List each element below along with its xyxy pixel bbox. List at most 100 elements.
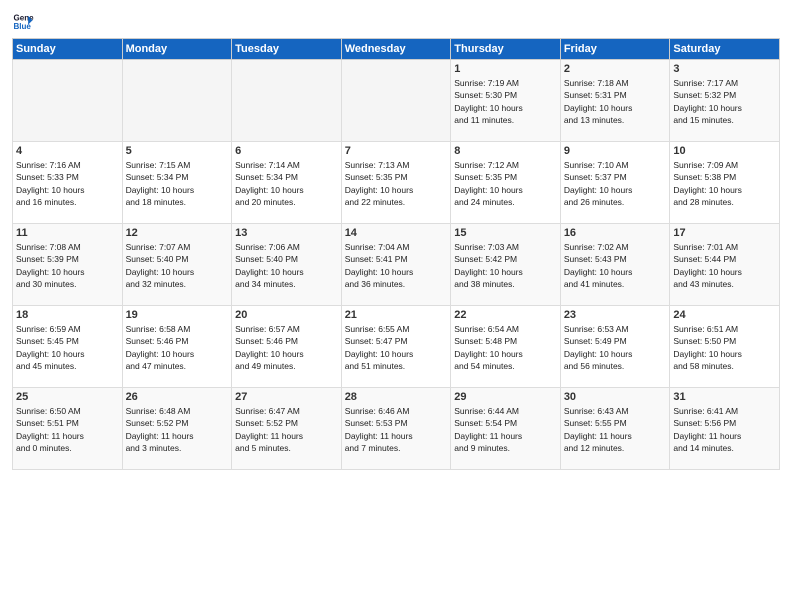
day-number: 29	[454, 391, 557, 403]
calendar-cell: 18 Sunrise: 6:59 AMSunset: 5:45 PMDayligh…	[13, 306, 123, 388]
day-info: Sunrise: 7:04 AMSunset: 5:41 PMDaylight:…	[345, 241, 448, 290]
day-number: 26	[126, 391, 229, 403]
day-header-saturday: Saturday	[670, 39, 780, 60]
day-number: 3	[673, 63, 776, 75]
day-number: 25	[16, 391, 119, 403]
day-info: Sunrise: 6:53 AMSunset: 5:49 PMDaylight:…	[564, 323, 667, 372]
day-info: Sunrise: 7:18 AMSunset: 5:31 PMDaylight:…	[564, 77, 667, 126]
day-number: 27	[235, 391, 338, 403]
day-number: 20	[235, 309, 338, 321]
day-number: 1	[454, 63, 557, 75]
calendar-cell: 3 Sunrise: 7:17 AMSunset: 5:32 PMDaylight…	[670, 60, 780, 142]
page-container: General Blue SundayMondayTuesdayWednesda…	[0, 0, 792, 612]
day-number: 18	[16, 309, 119, 321]
calendar-cell: 17 Sunrise: 7:01 AMSunset: 5:44 PMDayligh…	[670, 224, 780, 306]
day-info: Sunrise: 6:59 AMSunset: 5:45 PMDaylight:…	[16, 323, 119, 372]
day-info: Sunrise: 6:51 AMSunset: 5:50 PMDaylight:…	[673, 323, 776, 372]
day-info: Sunrise: 7:07 AMSunset: 5:40 PMDaylight:…	[126, 241, 229, 290]
week-row-5: 25 Sunrise: 6:50 AMSunset: 5:51 PMDayligh…	[13, 388, 780, 470]
day-header-thursday: Thursday	[451, 39, 561, 60]
day-number: 19	[126, 309, 229, 321]
day-number: 17	[673, 227, 776, 239]
calendar-cell: 4Sunrise: 7:16 AMSunset: 5:33 PMDaylight…	[13, 142, 123, 224]
day-number: 22	[454, 309, 557, 321]
day-info: Sunrise: 7:13 AMSunset: 5:35 PMDaylight:…	[345, 159, 448, 208]
day-number: 12	[126, 227, 229, 239]
day-info: Sunrise: 6:46 AMSunset: 5:53 PMDaylight:…	[345, 405, 448, 454]
day-info: Sunrise: 7:12 AMSunset: 5:35 PMDaylight:…	[454, 159, 557, 208]
calendar-table: SundayMondayTuesdayWednesdayThursdayFrid…	[12, 38, 780, 470]
day-number: 16	[564, 227, 667, 239]
day-number: 8	[454, 145, 557, 157]
day-number: 30	[564, 391, 667, 403]
calendar-cell: 11 Sunrise: 7:08 AMSunset: 5:39 PMDayligh…	[13, 224, 123, 306]
calendar-cell: 24 Sunrise: 6:51 AMSunset: 5:50 PMDayligh…	[670, 306, 780, 388]
day-info: Sunrise: 7:14 AMSunset: 5:34 PMDaylight:…	[235, 159, 338, 208]
logo: General Blue	[12, 10, 38, 32]
calendar-header-row: SundayMondayTuesdayWednesdayThursdayFrid…	[13, 39, 780, 60]
day-info: Sunrise: 7:06 AMSunset: 5:40 PMDaylight:…	[235, 241, 338, 290]
calendar-cell: 5Sunrise: 7:15 AMSunset: 5:34 PMDaylight…	[122, 142, 232, 224]
day-number: 11	[16, 227, 119, 239]
calendar-cell	[341, 60, 451, 142]
calendar-cell: 22Sunrise: 6:54 AMSunset: 5:48 PMDayligh…	[451, 306, 561, 388]
day-info: Sunrise: 7:02 AMSunset: 5:43 PMDaylight:…	[564, 241, 667, 290]
calendar-cell: 9Sunrise: 7:10 AMSunset: 5:37 PMDaylight…	[560, 142, 670, 224]
calendar-cell: 1 Sunrise: 7:19 AMSunset: 5:30 PMDaylight…	[451, 60, 561, 142]
week-row-4: 18 Sunrise: 6:59 AMSunset: 5:45 PMDayligh…	[13, 306, 780, 388]
day-number: 31	[673, 391, 776, 403]
calendar-cell: 26 Sunrise: 6:48 AMSunset: 5:52 PMDayligh…	[122, 388, 232, 470]
day-header-wednesday: Wednesday	[341, 39, 451, 60]
day-number: 24	[673, 309, 776, 321]
logo-icon: General Blue	[12, 10, 34, 32]
calendar-cell: 28 Sunrise: 6:46 AMSunset: 5:53 PMDayligh…	[341, 388, 451, 470]
day-info: Sunrise: 7:03 AMSunset: 5:42 PMDaylight:…	[454, 241, 557, 290]
day-info: Sunrise: 6:43 AMSunset: 5:55 PMDaylight:…	[564, 405, 667, 454]
day-number: 28	[345, 391, 448, 403]
day-info: Sunrise: 6:57 AMSunset: 5:46 PMDaylight:…	[235, 323, 338, 372]
day-info: Sunrise: 7:19 AMSunset: 5:30 PMDaylight:…	[454, 77, 557, 126]
calendar-cell	[122, 60, 232, 142]
day-number: 13	[235, 227, 338, 239]
day-header-tuesday: Tuesday	[232, 39, 342, 60]
week-row-3: 11 Sunrise: 7:08 AMSunset: 5:39 PMDayligh…	[13, 224, 780, 306]
page-header: General Blue	[12, 10, 780, 32]
day-number: 2	[564, 63, 667, 75]
calendar-cell	[232, 60, 342, 142]
calendar-cell: 27 Sunrise: 6:47 AMSunset: 5:52 PMDayligh…	[232, 388, 342, 470]
day-header-friday: Friday	[560, 39, 670, 60]
calendar-cell: 2 Sunrise: 7:18 AMSunset: 5:31 PMDaylight…	[560, 60, 670, 142]
calendar-cell: 15 Sunrise: 7:03 AMSunset: 5:42 PMDayligh…	[451, 224, 561, 306]
day-info: Sunrise: 7:08 AMSunset: 5:39 PMDaylight:…	[16, 241, 119, 290]
day-number: 15	[454, 227, 557, 239]
calendar-cell: 14 Sunrise: 7:04 AMSunset: 5:41 PMDayligh…	[341, 224, 451, 306]
day-header-sunday: Sunday	[13, 39, 123, 60]
day-info: Sunrise: 6:44 AMSunset: 5:54 PMDaylight:…	[454, 405, 557, 454]
day-info: Sunrise: 6:58 AMSunset: 5:46 PMDaylight:…	[126, 323, 229, 372]
day-info: Sunrise: 6:55 AMSunset: 5:47 PMDaylight:…	[345, 323, 448, 372]
day-header-monday: Monday	[122, 39, 232, 60]
day-info: Sunrise: 7:16 AMSunset: 5:33 PMDaylight:…	[16, 159, 119, 208]
calendar-cell: 30 Sunrise: 6:43 AMSunset: 5:55 PMDayligh…	[560, 388, 670, 470]
week-row-2: 4Sunrise: 7:16 AMSunset: 5:33 PMDaylight…	[13, 142, 780, 224]
day-number: 7	[345, 145, 448, 157]
day-number: 9	[564, 145, 667, 157]
day-info: Sunrise: 7:01 AMSunset: 5:44 PMDaylight:…	[673, 241, 776, 290]
day-info: Sunrise: 6:47 AMSunset: 5:52 PMDaylight:…	[235, 405, 338, 454]
day-number: 10	[673, 145, 776, 157]
day-info: Sunrise: 6:50 AMSunset: 5:51 PMDaylight:…	[16, 405, 119, 454]
day-number: 23	[564, 309, 667, 321]
calendar-cell: 29 Sunrise: 6:44 AMSunset: 5:54 PMDayligh…	[451, 388, 561, 470]
calendar-cell: 7 Sunrise: 7:13 AMSunset: 5:35 PMDaylight…	[341, 142, 451, 224]
day-info: Sunrise: 6:41 AMSunset: 5:56 PMDaylight:…	[673, 405, 776, 454]
day-number: 14	[345, 227, 448, 239]
day-info: Sunrise: 7:09 AMSunset: 5:38 PMDaylight:…	[673, 159, 776, 208]
week-row-1: 1 Sunrise: 7:19 AMSunset: 5:30 PMDaylight…	[13, 60, 780, 142]
calendar-cell: 12 Sunrise: 7:07 AMSunset: 5:40 PMDayligh…	[122, 224, 232, 306]
day-number: 21	[345, 309, 448, 321]
day-info: Sunrise: 6:48 AMSunset: 5:52 PMDaylight:…	[126, 405, 229, 454]
calendar-cell: 10 Sunrise: 7:09 AMSunset: 5:38 PMDayligh…	[670, 142, 780, 224]
calendar-cell: 19 Sunrise: 6:58 AMSunset: 5:46 PMDayligh…	[122, 306, 232, 388]
day-info: Sunrise: 7:17 AMSunset: 5:32 PMDaylight:…	[673, 77, 776, 126]
calendar-cell	[13, 60, 123, 142]
